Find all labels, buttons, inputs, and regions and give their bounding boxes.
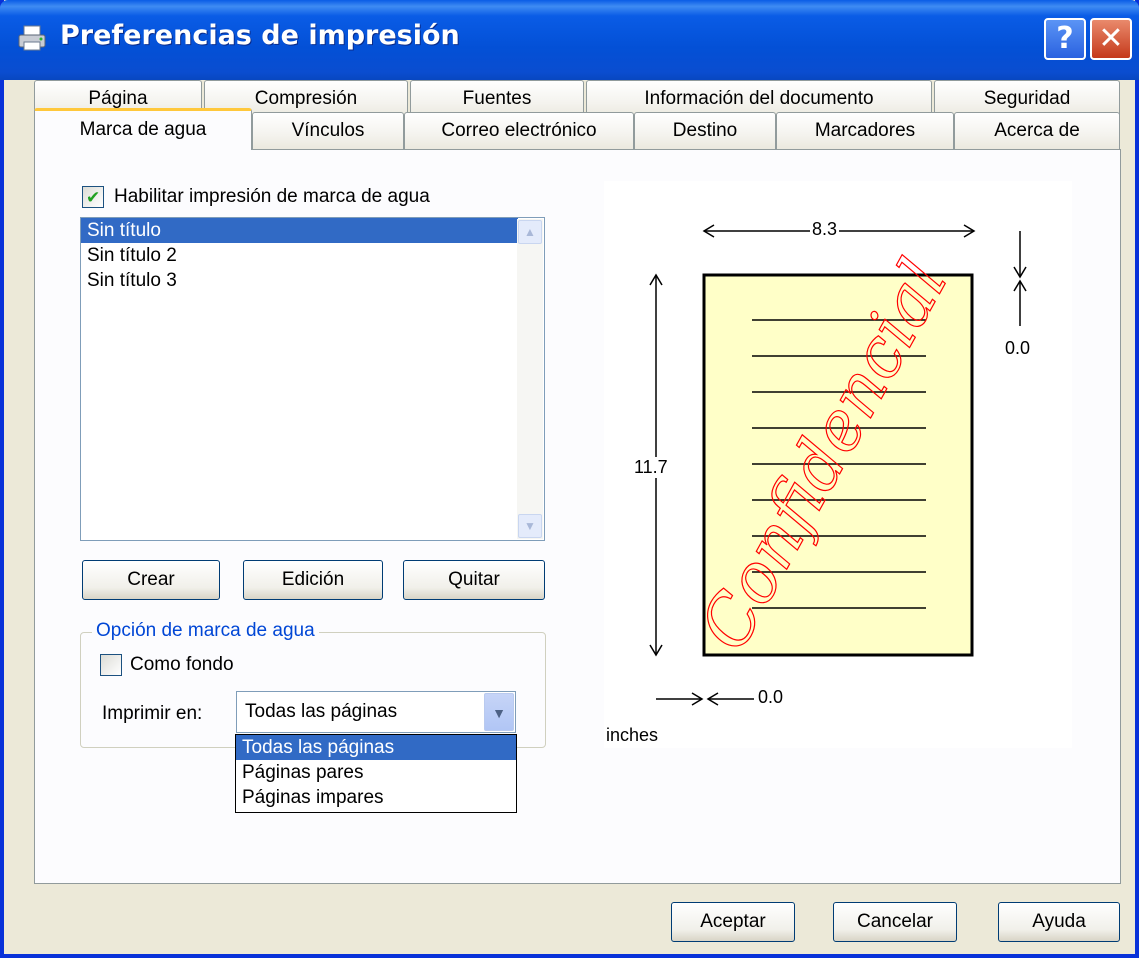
print-on-label: Imprimir en: xyxy=(102,703,203,724)
help-button[interactable]: Ayuda xyxy=(998,902,1120,942)
watermark-options-title: Opción de marca de agua xyxy=(92,620,319,642)
as-background-checkbox[interactable] xyxy=(100,654,122,676)
enable-watermark-checkbox[interactable]: ✔ xyxy=(82,186,104,208)
list-scrollbar[interactable]: ▲ ▼ xyxy=(517,219,543,539)
page-preview-drawing: Confidencial xyxy=(649,224,1027,706)
cancel-button[interactable]: Cancelar xyxy=(833,902,957,942)
enable-watermark-label: Habilitar impresión de marca de agua xyxy=(114,186,430,207)
dropdown-option[interactable]: Páginas impares xyxy=(236,785,516,810)
remove-button[interactable]: Quitar xyxy=(403,560,545,600)
checkmark-icon: ✔ xyxy=(86,188,101,208)
list-item[interactable]: Sin título 2 xyxy=(81,243,518,268)
print-on-dropdown[interactable]: Todas las páginas Páginas pares Páginas … xyxy=(235,734,517,813)
top-offset-value: 0.0 xyxy=(1005,338,1031,358)
edit-button[interactable]: Edición xyxy=(243,560,383,600)
page-preview: Confidencial 8.3 11.7 0.0 0.0 inches xyxy=(604,181,1072,748)
scroll-up-arrow-icon[interactable]: ▲ xyxy=(518,220,542,244)
width-value: 8.3 xyxy=(810,219,840,240)
scroll-down-arrow-icon[interactable]: ▼ xyxy=(518,514,542,538)
as-background-label: Como fondo xyxy=(130,654,234,675)
chevron-down-icon[interactable]: ▼ xyxy=(484,693,514,731)
height-value: 11.7 xyxy=(634,457,668,478)
dropdown-option[interactable]: Todas las páginas xyxy=(236,735,516,760)
left-offset-value: 0.0 xyxy=(758,687,784,707)
print-on-value: Todas las páginas xyxy=(245,701,398,722)
create-button[interactable]: Crear xyxy=(82,560,220,600)
print-on-select[interactable]: Todas las páginas ▼ xyxy=(236,691,516,733)
units-label: inches xyxy=(606,725,659,745)
watermark-list[interactable]: Sin título Sin título 2 Sin título 3 ▲ ▼ xyxy=(80,217,545,541)
ok-button[interactable]: Aceptar xyxy=(671,902,795,942)
list-item[interactable]: Sin título 3 xyxy=(81,268,518,293)
dropdown-option[interactable]: Páginas pares xyxy=(236,760,516,785)
list-item[interactable]: Sin título xyxy=(81,218,518,243)
